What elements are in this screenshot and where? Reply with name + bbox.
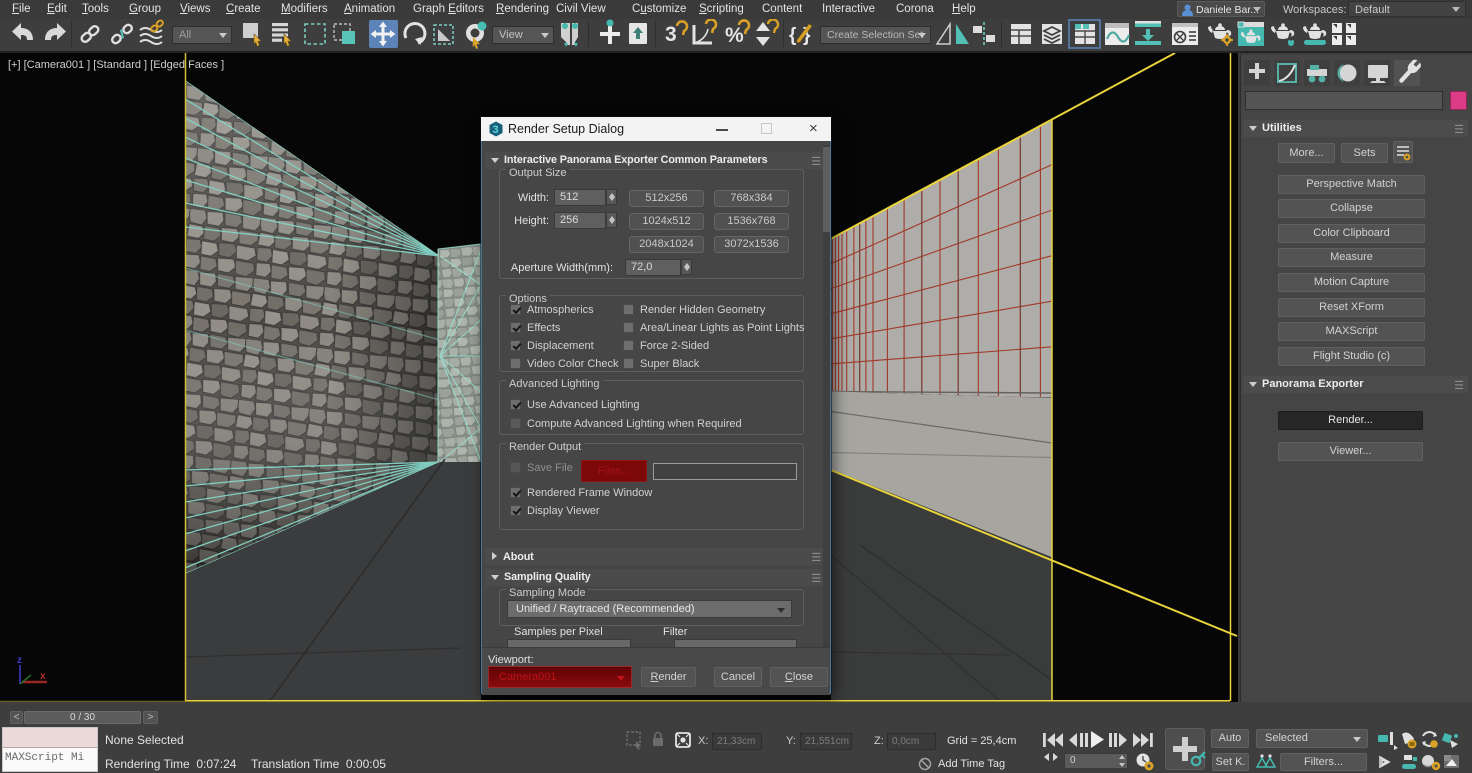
svg-text:%: % [725,24,744,47]
svg-text:{: { [789,25,796,46]
svg-text:[+] [Camera001 ] [Standard ] [: [+] [Camera001 ] [Standard ] [Edged Face… [8,59,224,71]
svg-text:z: z [17,655,22,666]
svg-text:3: 3 [665,23,677,46]
svg-text:x: x [40,671,46,682]
svg-text:3: 3 [493,124,499,136]
